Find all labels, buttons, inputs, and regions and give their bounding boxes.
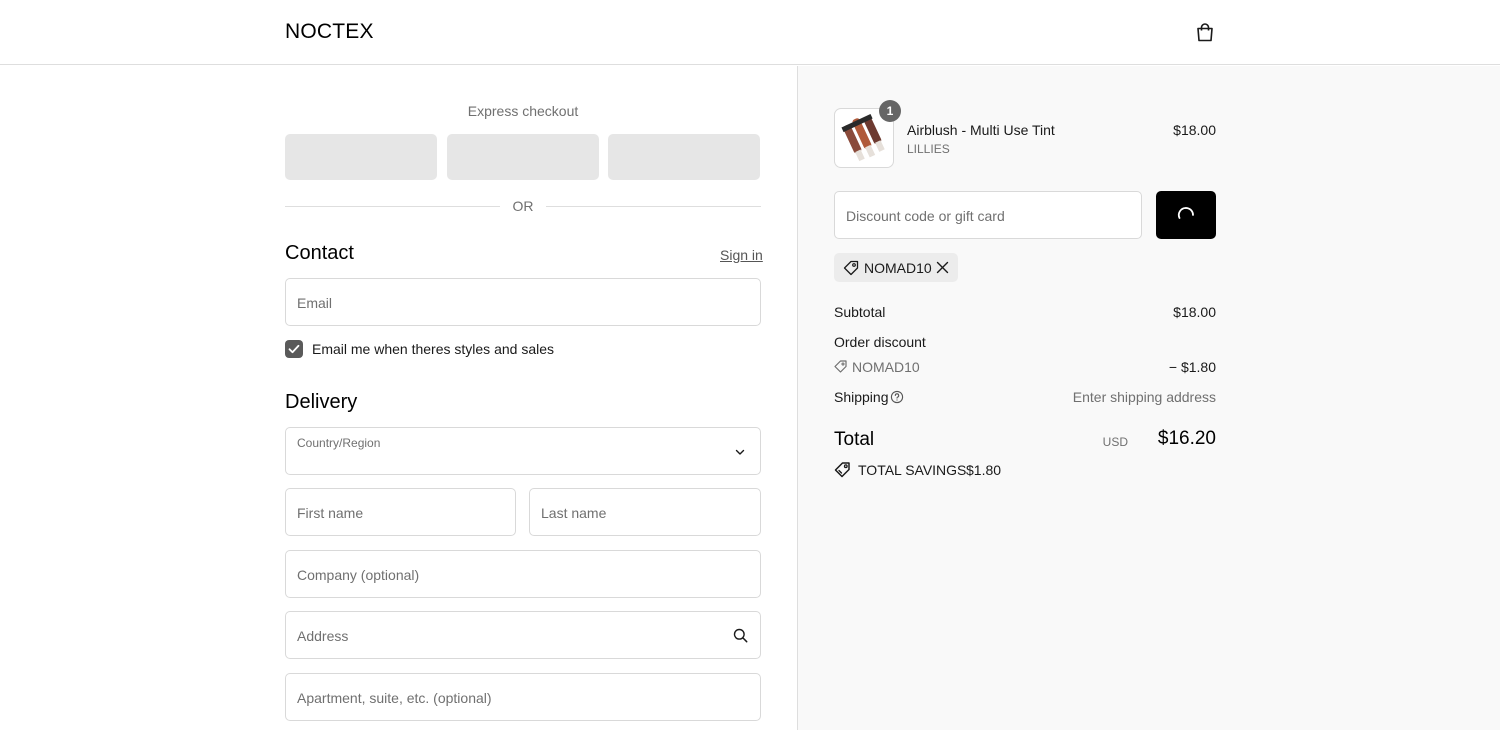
express-pay-button-2[interactable] <box>447 134 599 180</box>
apply-discount-button[interactable] <box>1156 191 1216 239</box>
or-divider: OR <box>285 197 761 215</box>
checkmark-icon <box>288 344 300 354</box>
total-currency: USD <box>1102 435 1128 449</box>
loading-spinner-icon <box>1177 207 1194 219</box>
address-field[interactable]: Address <box>285 611 761 659</box>
total-label: Total <box>834 429 875 450</box>
subtotal-label: Subtotal <box>834 304 886 320</box>
first-name-field[interactable]: First name <box>285 488 516 536</box>
discount-code-label: NOMAD10 <box>852 359 920 375</box>
company-placeholder: Company (optional) <box>297 567 420 583</box>
apartment-field[interactable]: Apartment, suite, etc. (optional) <box>285 673 761 721</box>
express-pay-button-1[interactable] <box>285 134 437 180</box>
address-placeholder: Address <box>297 628 349 644</box>
site-header: NOCTEX <box>0 0 1500 65</box>
email-placeholder: Email <box>297 295 333 311</box>
discount-code-input[interactable]: Discount code or gift card <box>834 191 1142 239</box>
divider-line-right <box>546 206 761 207</box>
total-savings-label: TOTAL SAVINGS <box>858 462 967 478</box>
subtotal-value: $18.00 <box>1173 304 1216 320</box>
shopping-bag-icon[interactable] <box>1194 21 1216 43</box>
country-region-label: Country/Region <box>297 436 381 450</box>
applied-discount-code: NOMAD10 <box>864 260 932 276</box>
marketing-checkbox-label: Email me when theres styles and sales <box>312 341 554 357</box>
quantity-badge: 1 <box>879 100 901 122</box>
order-discount-label: Order discount <box>834 334 926 350</box>
delivery-heading: Delivery <box>285 391 358 413</box>
sign-in-link[interactable]: Sign in <box>720 247 763 263</box>
product-variant: LILLIES <box>907 142 950 156</box>
total-savings-value: $1.80 <box>966 462 1002 478</box>
last-name-placeholder: Last name <box>541 505 607 521</box>
contact-heading: Contact <box>285 242 354 264</box>
tag-icon <box>843 260 859 276</box>
search-icon[interactable] <box>733 628 748 643</box>
express-checkout-label: Express checkout <box>467 103 579 119</box>
last-name-field[interactable]: Last name <box>529 488 761 536</box>
first-name-placeholder: First name <box>297 505 364 521</box>
tag-icon <box>834 360 847 373</box>
company-field[interactable]: Company (optional) <box>285 550 761 598</box>
store-logo[interactable]: NOCTEX <box>285 20 374 44</box>
close-icon[interactable] <box>936 261 949 274</box>
email-field[interactable]: Email <box>285 278 761 326</box>
chevron-down-icon <box>735 449 745 455</box>
discount-amount: − $1.80 <box>1168 359 1216 375</box>
shipping-label: Shipping <box>834 389 889 405</box>
country-region-select[interactable]: Country/Region <box>285 427 761 475</box>
discount-placeholder: Discount code or gift card <box>846 208 1005 224</box>
product-price: $18.00 <box>1173 122 1216 138</box>
express-pay-button-3[interactable] <box>608 134 760 180</box>
product-name: Airblush - Multi Use Tint <box>907 122 1055 138</box>
shipping-value: Enter shipping address <box>1072 389 1216 405</box>
help-circle-icon[interactable] <box>890 390 904 404</box>
apartment-placeholder: Apartment, suite, etc. (optional) <box>297 690 492 706</box>
savings-tag-icon <box>834 462 850 478</box>
marketing-checkbox[interactable] <box>285 340 303 358</box>
total-value: $16.20 <box>1157 428 1216 449</box>
applied-discount-chip: NOMAD10 <box>834 253 958 282</box>
